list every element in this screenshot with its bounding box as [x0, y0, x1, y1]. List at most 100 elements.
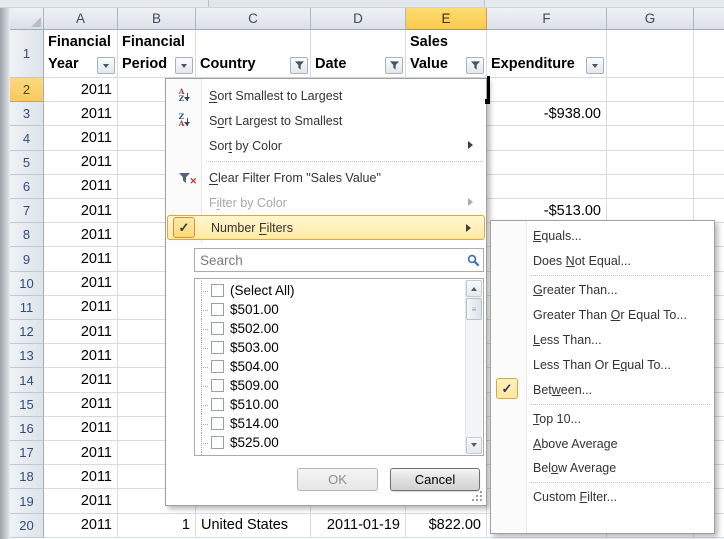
checkbox[interactable]	[211, 303, 224, 316]
column-header-b[interactable]: B	[118, 8, 196, 30]
row-header-12[interactable]: 12	[10, 320, 44, 344]
menu-item-sort-smallest-to-largest[interactable]: AZSort Smallest to Largest	[166, 83, 486, 108]
submenu-item-greater-than-or-equal-to[interactable]: Greater Than Or Equal To...	[491, 303, 714, 328]
row-header-3[interactable]: 3	[10, 102, 44, 126]
cell-A18[interactable]: 2011	[44, 465, 118, 489]
scroll-up-button[interactable]	[466, 280, 482, 297]
cell-C20[interactable]: United States	[196, 514, 311, 538]
submenu-item-does-not-equal[interactable]: Does Not Equal...	[491, 249, 714, 274]
submenu-item-custom-filter[interactable]: Custom Filter...	[491, 485, 714, 510]
checkbox[interactable]	[211, 398, 224, 411]
row-header-4[interactable]: 4	[10, 126, 44, 150]
row-header-20[interactable]: 20	[10, 514, 44, 538]
list-item[interactable]: $502.00	[198, 319, 463, 338]
filter-funnel-button-date[interactable]	[385, 57, 403, 74]
row-header-2[interactable]: 2	[10, 78, 44, 102]
submenu-item-top-10[interactable]: Top 10...	[491, 406, 714, 431]
row-header-8[interactable]: 8	[10, 223, 44, 247]
list-item[interactable]: $510.00	[198, 395, 463, 414]
cell-A3[interactable]: 2011	[44, 102, 118, 126]
menu-item-sort-largest-to-smallest[interactable]: ZASort Largest to Smallest	[166, 108, 486, 133]
cell-A2[interactable]: 2011	[44, 78, 118, 102]
checkbox[interactable]	[211, 379, 224, 392]
submenu-item-above-average[interactable]: Above Average	[491, 431, 714, 456]
menu-item-clear-filter[interactable]: ✕Clear Filter From "Sales Value"	[166, 165, 486, 190]
cell-G2[interactable]	[607, 78, 694, 102]
checkbox[interactable]	[211, 360, 224, 373]
cell-F4[interactable]	[487, 126, 607, 150]
submenu-item-greater-than[interactable]: Greater Than...	[491, 278, 714, 303]
row-header-15[interactable]: 15	[10, 393, 44, 417]
row-header-14[interactable]: 14	[10, 368, 44, 392]
cell-A12[interactable]: 2011	[44, 320, 118, 344]
menu-item-sort-by-color[interactable]: Sort by Color	[166, 133, 486, 158]
cell-A14[interactable]: 2011	[44, 368, 118, 392]
row-header-17[interactable]: 17	[10, 441, 44, 465]
list-item[interactable]: $503.00	[198, 338, 463, 357]
submenu-item-between[interactable]: ✓Between...	[491, 377, 714, 402]
cell-A11[interactable]: 2011	[44, 296, 118, 320]
row-header-9[interactable]: 9	[10, 247, 44, 271]
row-header-11[interactable]: 11	[10, 296, 44, 320]
cell-G3[interactable]	[607, 102, 694, 126]
checkbox[interactable]	[211, 284, 224, 297]
column-header-d[interactable]: D	[311, 8, 406, 30]
column-header-c[interactable]: C	[196, 8, 311, 30]
row-header-19[interactable]: 19	[10, 489, 44, 513]
header-cell-financial-period[interactable]: Financial Period	[118, 30, 196, 78]
filter-dropdown-button-financial-period[interactable]	[175, 57, 193, 74]
row-header-16[interactable]: 16	[10, 417, 44, 441]
header-cell-g[interactable]	[607, 30, 694, 78]
resize-grip[interactable]	[471, 491, 482, 502]
cell-F3[interactable]: -$938.00	[487, 102, 607, 126]
cell-E20[interactable]: $822.00	[406, 514, 487, 538]
header-cell-country[interactable]: Country	[196, 30, 311, 78]
cancel-button[interactable]: Cancel	[390, 468, 480, 491]
scrollbar[interactable]: ≡	[465, 280, 482, 454]
cell-G5[interactable]	[607, 151, 694, 175]
cell-B20[interactable]: 1	[118, 514, 196, 538]
row-header-5[interactable]: 5	[10, 151, 44, 175]
cell-A15[interactable]: 2011	[44, 393, 118, 417]
filter-dropdown-button-expenditure[interactable]	[586, 57, 604, 74]
column-header-a[interactable]: A	[44, 8, 118, 30]
checkbox[interactable]	[211, 417, 224, 430]
cell-A4[interactable]: 2011	[44, 126, 118, 150]
menu-item-number-filters[interactable]: ✓Number Filters	[167, 215, 485, 240]
list-item[interactable]: $504.00	[198, 357, 463, 376]
column-header-g[interactable]: G	[607, 8, 694, 30]
scrollbar-thumb[interactable]: ≡	[466, 298, 482, 320]
header-cell-expenditure[interactable]: Expenditure	[487, 30, 607, 78]
column-header-f[interactable]: F	[487, 8, 607, 30]
checkbox[interactable]	[211, 436, 224, 449]
select-all-corner[interactable]	[10, 8, 44, 30]
cell-A19[interactable]: 2011	[44, 489, 118, 513]
cell-A16[interactable]: 2011	[44, 417, 118, 441]
filter-dropdown-button-financial-year[interactable]	[97, 57, 115, 74]
cell-F5[interactable]	[487, 151, 607, 175]
list-item[interactable]: (Select All)	[198, 281, 463, 300]
cell-A6[interactable]: 2011	[44, 175, 118, 199]
cell-A10[interactable]: 2011	[44, 272, 118, 296]
cell-A13[interactable]: 2011	[44, 344, 118, 368]
list-item[interactable]: $501.00	[198, 300, 463, 319]
submenu-item-less-than-or-equal-to[interactable]: Less Than Or Equal To...	[491, 352, 714, 377]
search-icon[interactable]	[463, 254, 483, 267]
row-header-18[interactable]: 18	[10, 465, 44, 489]
list-item[interactable]: $525.00	[198, 433, 463, 452]
checkbox[interactable]	[211, 341, 224, 354]
row-header-7[interactable]: 7	[10, 199, 44, 223]
row-header-1[interactable]: 1	[10, 30, 44, 78]
cell-A7[interactable]: 2011	[44, 199, 118, 223]
submenu-item-below-average[interactable]: Below Average	[491, 456, 714, 481]
filter-funnel-button-country[interactable]	[290, 57, 308, 74]
list-item[interactable]: $514.00	[198, 414, 463, 433]
cell-A9[interactable]: 2011	[44, 247, 118, 271]
checkbox[interactable]	[211, 322, 224, 335]
cell-A8[interactable]: 2011	[44, 223, 118, 247]
header-cell-date[interactable]: Date	[311, 30, 406, 78]
header-cell-financial-year[interactable]: Financial Year	[44, 30, 118, 78]
cell-A20[interactable]: 2011	[44, 514, 118, 538]
cell-A17[interactable]: 2011	[44, 441, 118, 465]
filter-funnel-button-sales-value[interactable]	[466, 57, 484, 74]
